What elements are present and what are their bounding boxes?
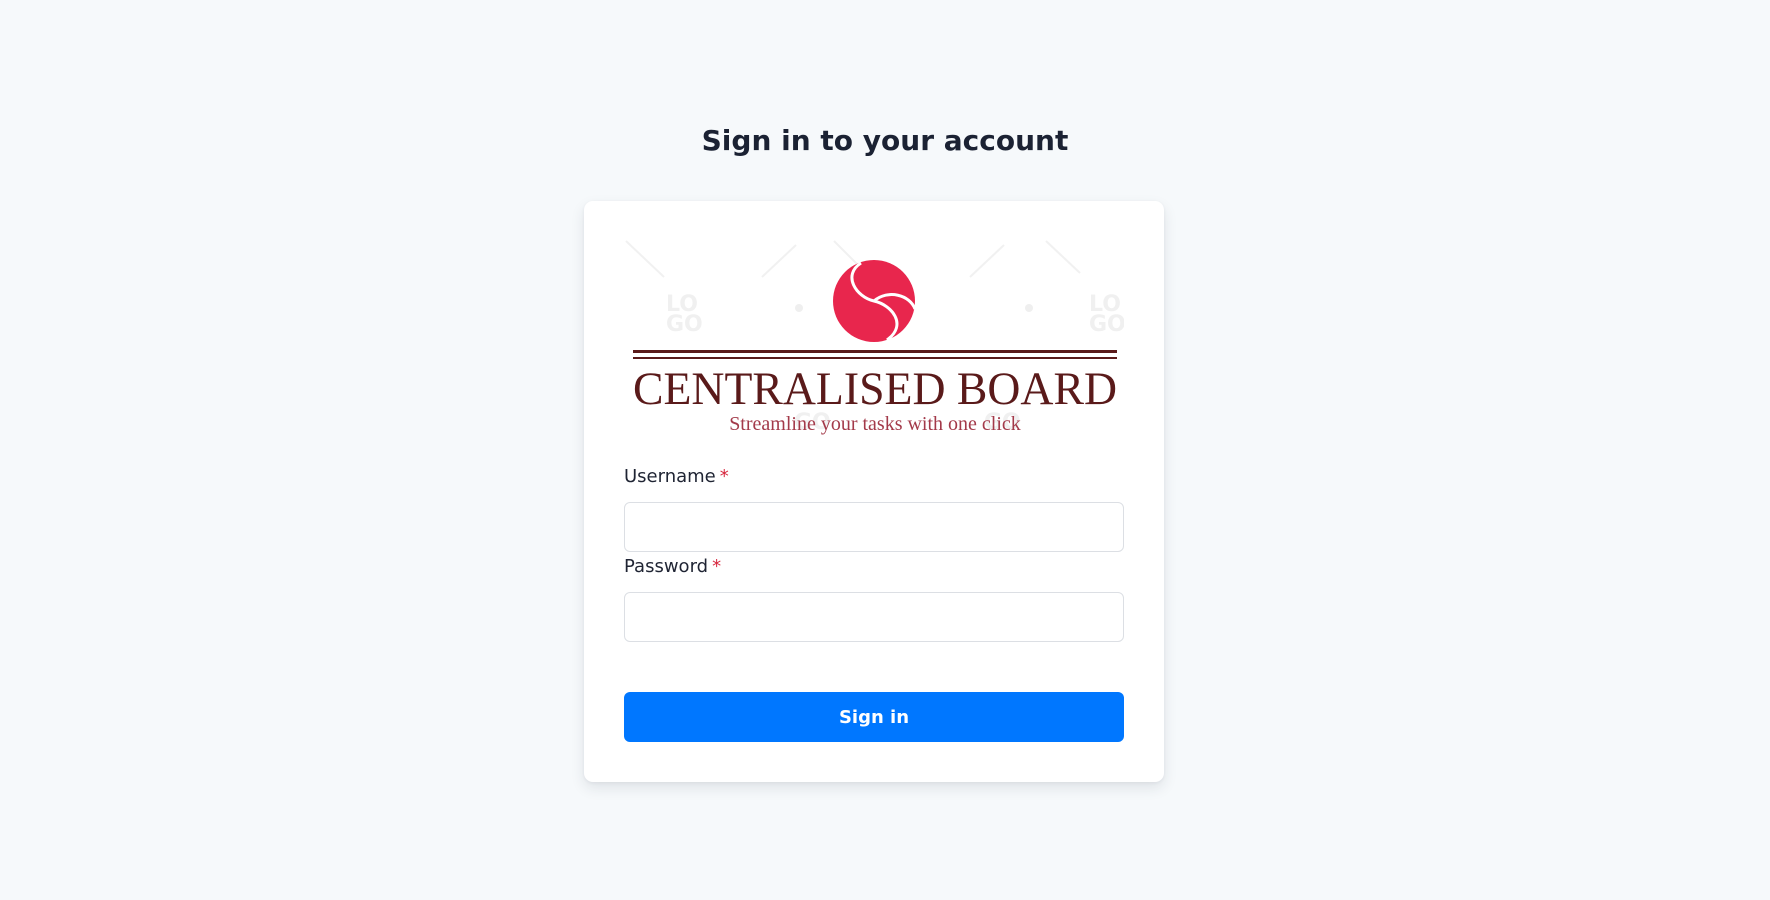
sign-in-button[interactable]: Sign in [624,692,1124,742]
logo-tagline: Streamline your tasks with one click [729,413,1021,435]
logo-rule-bottom [633,357,1117,359]
svg-text:GO: GO [666,312,703,337]
logo-mark [833,260,917,342]
logo-wordmark: CENTRALISED BOARD [633,363,1117,415]
password-label: Password * [624,556,721,577]
username-label: Username * [624,466,729,487]
login-card: LO GO LO GO GO GO CENTRALISED BOARD Stre… [584,201,1164,782]
logo-rule-top [633,350,1117,353]
page-title: Sign in to your account [701,124,1069,157]
username-label-text: Username [624,466,716,487]
username-required-marker: * [719,466,729,487]
svg-text:GO: GO [1089,312,1124,337]
logo-graphic: LO GO LO GO GO GO CENTRALISED BOARD Stre… [625,240,1124,435]
password-input[interactable] [624,592,1124,642]
password-label-text: Password [624,556,709,577]
password-required-marker: * [712,556,722,577]
username-input[interactable] [624,502,1124,552]
centralised-board-logo: LO GO LO GO GO GO CENTRALISED BOARD Stre… [624,239,1124,439]
